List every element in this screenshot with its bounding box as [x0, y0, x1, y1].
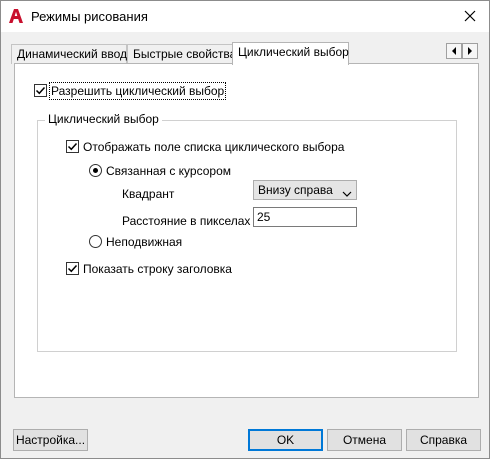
help-button[interactable]: Справка [406, 429, 481, 451]
distance-input[interactable]: 25 [253, 207, 357, 227]
enable-cycling-checkbox[interactable] [34, 84, 47, 97]
title-bar[interactable]: Режимы рисования [1, 1, 489, 32]
close-icon[interactable] [457, 5, 483, 27]
static-radio[interactable] [89, 235, 102, 248]
cancel-button[interactable]: Отмена [327, 429, 402, 451]
distance-value: 25 [257, 210, 271, 224]
tab-dynamic-input[interactable]: Динамический ввод [11, 44, 127, 64]
settings-button[interactable]: Настройка... [13, 429, 88, 451]
quadrant-select[interactable]: Внизу справа [253, 180, 357, 200]
cursor-dependent-label[interactable]: Связанная с курсором [106, 164, 231, 178]
distance-label: Расстояние в пикселах [122, 214, 251, 228]
static-label[interactable]: Неподвижная [106, 235, 182, 249]
show-list-checkbox[interactable] [66, 140, 79, 153]
autocad-a-icon [9, 8, 23, 24]
dialog-window: Режимы рисования Динамический ввод Быстр… [0, 0, 490, 459]
ok-button[interactable]: OK [248, 429, 323, 451]
chevron-left-icon [452, 47, 456, 55]
tab-label: Циклический выбор [238, 45, 349, 59]
radio-dot [93, 168, 98, 173]
tab-label: Динамический ввод [17, 47, 128, 61]
checkmark-icon [35, 86, 46, 95]
tab-scroll-left-button[interactable] [446, 43, 462, 59]
quadrant-label: Квадрант [122, 187, 175, 201]
group-title: Циклический выбор [45, 112, 162, 126]
window-title: Режимы рисования [31, 9, 148, 24]
show-list-label[interactable]: Отображать поле списка циклического выбо… [83, 140, 344, 154]
cursor-dependent-radio[interactable] [89, 164, 102, 177]
tab-scroll-right-button[interactable] [462, 43, 478, 59]
chevron-down-icon [342, 185, 352, 203]
show-title-bar-checkbox[interactable] [66, 262, 79, 275]
checkmark-icon [67, 264, 78, 273]
tab-quick-properties[interactable]: Быстрые свойства [127, 44, 237, 64]
tab-selection-cycling[interactable]: Циклический выбор [232, 42, 349, 65]
enable-cycling-label[interactable]: Разрешить циклический выбор [48, 82, 227, 100]
chevron-right-icon [468, 47, 472, 55]
tab-label: Быстрые свойства [133, 47, 237, 61]
show-title-bar-label[interactable]: Показать строку заголовка [83, 262, 232, 276]
quadrant-value: Внизу справа [258, 183, 333, 197]
checkmark-icon [67, 142, 78, 151]
